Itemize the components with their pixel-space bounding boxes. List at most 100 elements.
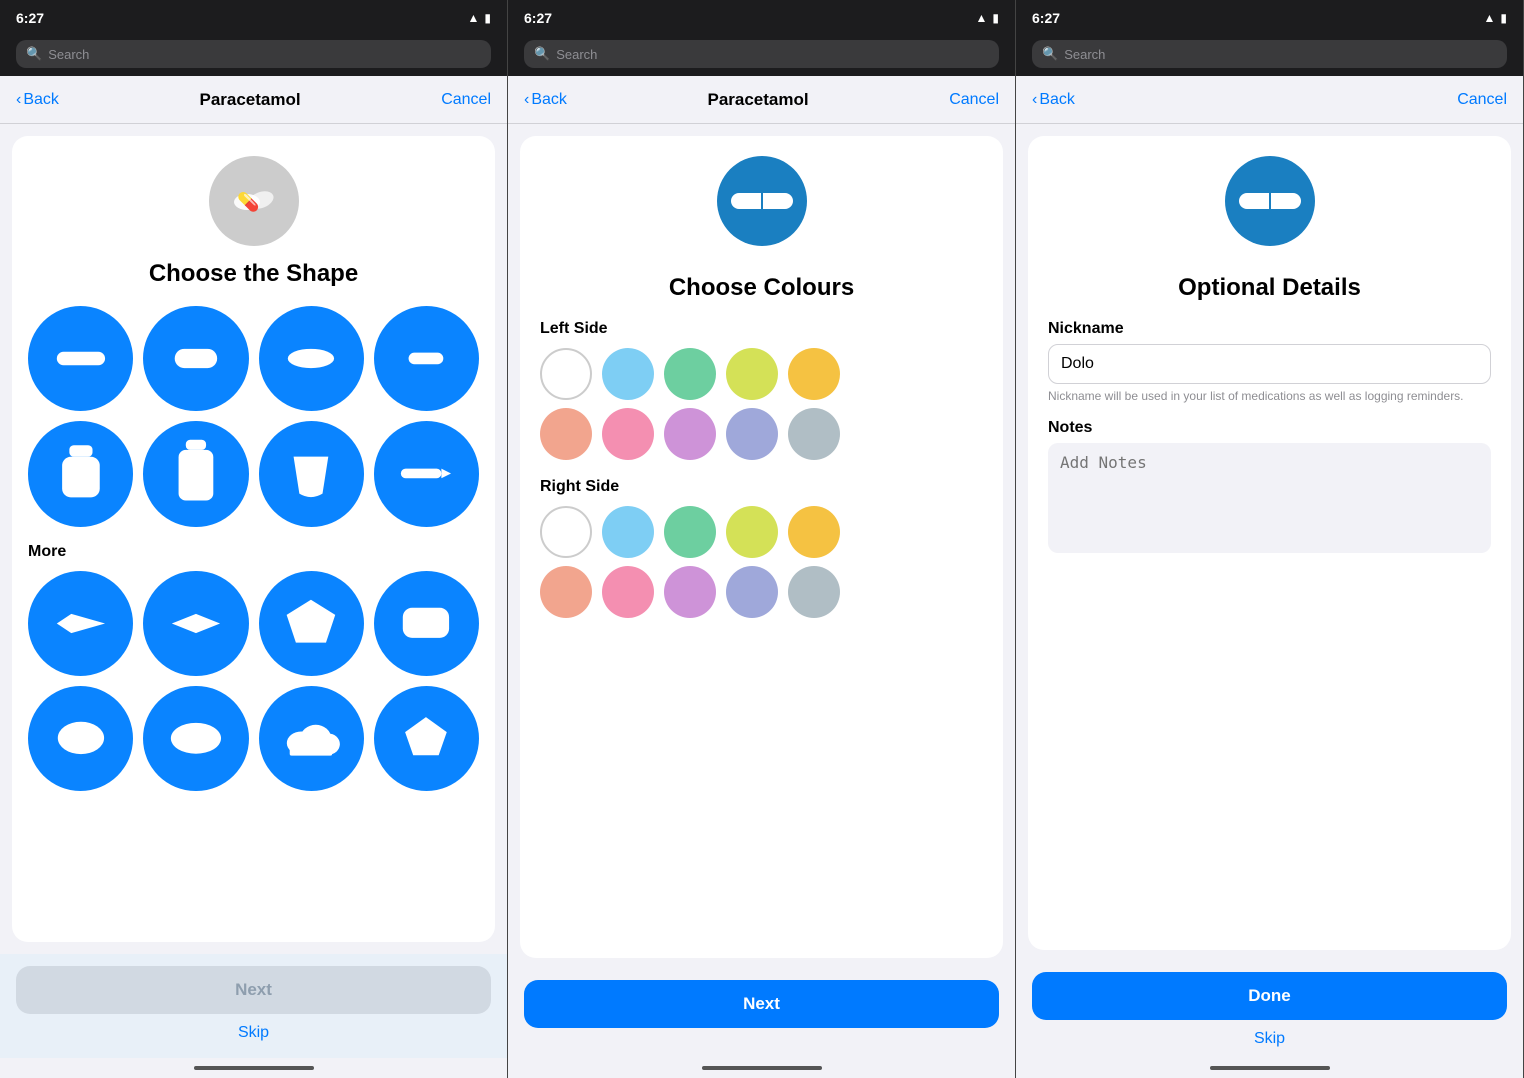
left-color-pink[interactable] [602,408,654,460]
back-button-2[interactable]: ‹ Back [524,91,567,109]
skip-button-3[interactable]: Skip [1032,1030,1507,1048]
shape-screen: 6:27 ▲ ▮ 🔍 Search ‹ Back Paracetamol Can… [0,0,508,1078]
nickname-input[interactable] [1048,344,1491,384]
right-color-peach[interactable] [540,566,592,618]
cancel-button-1[interactable]: Cancel [441,91,491,109]
next-button-2[interactable]: Next [524,980,999,1028]
left-color-purple[interactable] [664,408,716,460]
shape-oval-flat[interactable] [259,306,364,411]
bottom-area-2: Next [508,970,1015,1058]
right-color-pink[interactable] [602,566,654,618]
shape-bottle-tall[interactable] [143,421,248,526]
details-title: Optional Details [1048,274,1491,302]
left-color-gray[interactable] [788,408,840,460]
status-bar-3: 6:27 ▲ ▮ [1016,0,1523,36]
nav-bar-3: ‹ Back Cancel [1016,76,1523,124]
shape-round-flat[interactable] [28,686,133,791]
next-button-1[interactable]: Next [16,966,491,1014]
nav-title-2: Paracetamol [707,90,808,110]
pill-icon-2 [727,185,797,217]
shape-cloud[interactable] [259,686,364,791]
skip-button-1[interactable]: Skip [16,1024,491,1042]
shape-capsule-narrow[interactable] [374,306,479,411]
more-section-label: More [28,543,66,561]
left-color-row-1 [540,348,983,400]
search-placeholder-3: Search [1064,47,1105,62]
right-color-white[interactable] [540,506,592,558]
nickname-section: Nickname Nickname will be used in your l… [1048,320,1491,405]
left-color-indigo[interactable] [726,408,778,460]
battery-icon-3: ▮ [1500,11,1507,25]
chevron-left-icon-3: ‹ [1032,91,1037,109]
nav-bar-2: ‹ Back Paracetamol Cancel [508,76,1015,124]
shape-bottle-short[interactable] [28,421,133,526]
shape-icon-circle: 💊 [209,156,299,246]
shape-oval-wide[interactable] [143,686,248,791]
nickname-hint: Nickname will be used in your list of me… [1048,388,1491,405]
right-color-gray[interactable] [788,566,840,618]
left-color-white[interactable] [540,348,592,400]
battery-icon: ▮ [484,11,491,25]
shape-capsule-h[interactable] [28,306,133,411]
shape-diamond-h[interactable] [28,571,133,676]
colour-card: Choose Colours Left Side Right Side [520,136,1003,958]
shape-title: Choose the Shape [149,260,358,288]
colour-icon-circle [717,156,807,246]
done-button[interactable]: Done [1032,972,1507,1020]
left-color-gold[interactable] [788,348,840,400]
right-color-yellow[interactable] [726,506,778,558]
cancel-button-2[interactable]: Cancel [949,91,999,109]
content-area-2: Choose Colours Left Side Right Side [508,124,1015,1058]
colour-title: Choose Colours [540,274,983,302]
shape-pentagon-sm[interactable] [374,686,479,791]
shape-pentagon[interactable] [259,571,364,676]
wifi-icon-2: ▲ [976,11,988,25]
home-indicator-2 [508,1058,1015,1078]
shape-grid-more [28,571,479,792]
left-color-yellow[interactable] [726,348,778,400]
shape-scroll-area: More [28,306,479,926]
shape-diamond-wide[interactable] [143,571,248,676]
right-color-gold[interactable] [788,506,840,558]
details-card: Optional Details Nickname Nickname will … [1028,136,1511,950]
details-icon-circle [1225,156,1315,246]
left-color-green[interactable] [664,348,716,400]
search-bar-1[interactable]: 🔍 Search [0,36,507,76]
right-color-purple[interactable] [664,566,716,618]
home-bar-1 [194,1066,314,1070]
status-time-3: 6:27 [1032,10,1060,26]
search-placeholder-2: Search [556,47,597,62]
search-icon-2: 🔍 [534,46,550,62]
right-color-blue[interactable] [602,506,654,558]
right-color-green[interactable] [664,506,716,558]
right-color-indigo[interactable] [726,566,778,618]
back-button-1[interactable]: ‹ Back [16,91,59,109]
search-placeholder-1: Search [48,47,89,62]
left-color-row-2 [540,408,983,460]
nav-title-1: Paracetamol [199,90,300,110]
right-color-row-1 [540,506,983,558]
status-time-1: 6:27 [16,10,44,26]
details-screen: 6:27 ▲ ▮ 🔍 Search ‹ Back Cancel [1016,0,1524,1078]
shape-cup[interactable] [259,421,364,526]
notes-textarea[interactable] [1048,443,1491,553]
search-bar-3[interactable]: 🔍 Search [1016,36,1523,76]
shape-capsule-round[interactable] [143,306,248,411]
shape-rect-round[interactable] [374,571,479,676]
left-color-blue[interactable] [602,348,654,400]
status-bar-1: 6:27 ▲ ▮ [0,0,507,36]
search-bar-2[interactable]: 🔍 Search [508,36,1015,76]
right-side-label: Right Side [540,478,619,496]
wifi-icon: ▲ [468,11,480,25]
notes-label: Notes [1048,419,1491,437]
pills-icon: 💊 [229,182,279,220]
nav-bar-1: ‹ Back Paracetamol Cancel [0,76,507,124]
cancel-button-3[interactable]: Cancel [1457,91,1507,109]
content-area-1: 💊 Choose the Shape [0,124,507,1058]
right-color-row-2 [540,566,983,618]
left-color-peach[interactable] [540,408,592,460]
status-icons-2: ▲ ▮ [976,11,1000,25]
back-button-3[interactable]: ‹ Back [1032,91,1075,109]
shape-tube[interactable] [374,421,479,526]
search-icon-3: 🔍 [1042,46,1058,62]
